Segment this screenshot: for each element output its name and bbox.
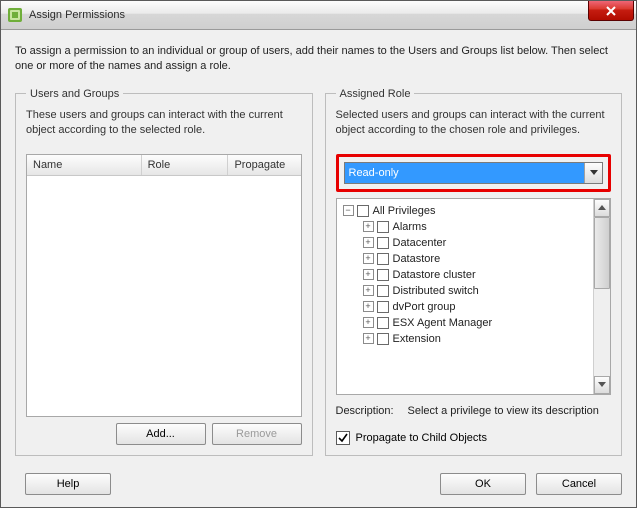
cancel-button[interactable]: Cancel	[536, 473, 622, 495]
titlebar: Assign Permissions	[1, 1, 636, 30]
tree-node-root[interactable]: − All Privileges	[339, 203, 592, 219]
tree-label: Datastore	[393, 253, 441, 265]
tree-label: Datacenter	[393, 237, 447, 249]
tree-node[interactable]: + Extension	[339, 331, 592, 347]
checkbox[interactable]	[357, 205, 369, 217]
users-groups-legend: Users and Groups	[26, 88, 123, 100]
scroll-up-button[interactable]	[594, 199, 610, 217]
tree-label: ESX Agent Manager	[393, 317, 493, 329]
privileges-tree[interactable]: − All Privileges + Alarms + Datacenter + Da…	[337, 199, 594, 394]
column-propagate[interactable]: Propagate	[228, 155, 300, 175]
expand-icon[interactable]: +	[363, 221, 374, 232]
tree-node[interactable]: + Distributed switch	[339, 283, 592, 299]
checkbox[interactable]	[377, 237, 389, 249]
tree-label-root: All Privileges	[373, 205, 436, 217]
expand-icon[interactable]: +	[363, 269, 374, 280]
assign-permissions-window: Assign Permissions To assign a permissio…	[0, 0, 637, 508]
role-select[interactable]: Read-only	[344, 162, 604, 184]
users-button-row: Add... Remove	[26, 423, 302, 445]
intro-text: To assign a permission to an individual …	[15, 44, 622, 74]
checkbox[interactable]	[377, 301, 389, 313]
tree-label: Alarms	[393, 221, 427, 233]
description-row: Description: Select a privilege to view …	[336, 405, 612, 417]
assigned-role-legend: Assigned Role	[336, 88, 415, 100]
description-value: Select a privilege to view its descripti…	[408, 405, 612, 417]
checkbox[interactable]	[377, 253, 389, 265]
propagate-row: Propagate to Child Objects	[336, 431, 612, 445]
checkbox[interactable]	[377, 333, 389, 345]
collapse-icon[interactable]: −	[343, 205, 354, 216]
tree-node[interactable]: + Alarms	[339, 219, 592, 235]
column-role[interactable]: Role	[142, 155, 229, 175]
ok-button[interactable]: OK	[440, 473, 526, 495]
tree-label: Datastore cluster	[393, 269, 476, 281]
tree-node[interactable]: + Datastore	[339, 251, 592, 267]
tree-label: dvPort group	[393, 301, 456, 313]
users-groups-desc: These users and groups can interact with…	[26, 108, 302, 144]
expand-icon[interactable]: +	[363, 317, 374, 328]
scrollbar[interactable]	[593, 199, 610, 394]
users-groups-panel: Users and Groups These users and groups …	[15, 88, 313, 456]
users-table[interactable]: Name Role Propagate	[26, 154, 302, 417]
scroll-down-button[interactable]	[594, 376, 610, 394]
panels: Users and Groups These users and groups …	[15, 88, 622, 456]
tree-node[interactable]: + Datacenter	[339, 235, 592, 251]
expand-icon[interactable]: +	[363, 237, 374, 248]
table-header: Name Role Propagate	[27, 155, 301, 176]
expand-icon[interactable]: +	[363, 285, 374, 296]
expand-icon[interactable]: +	[363, 253, 374, 264]
scrollbar-thumb[interactable]	[594, 217, 610, 289]
tree-node[interactable]: + ESX Agent Manager	[339, 315, 592, 331]
column-name[interactable]: Name	[27, 155, 142, 175]
chevron-down-icon	[590, 170, 598, 176]
checkbox[interactable]	[377, 269, 389, 281]
assigned-role-desc: Selected users and groups can interact w…	[336, 108, 612, 144]
expand-icon[interactable]: +	[363, 333, 374, 344]
add-button[interactable]: Add...	[116, 423, 206, 445]
app-icon	[7, 7, 23, 23]
footer: Help OK Cancel	[1, 464, 636, 507]
propagate-label: Propagate to Child Objects	[356, 432, 487, 444]
privileges-tree-wrap: − All Privileges + Alarms + Datacenter + Da…	[336, 198, 612, 395]
assigned-role-panel: Assigned Role Selected users and groups …	[325, 88, 623, 456]
role-select-button[interactable]	[584, 163, 602, 183]
close-icon	[605, 6, 617, 16]
checkbox[interactable]	[377, 221, 389, 233]
checkbox[interactable]	[377, 285, 389, 297]
role-select-value: Read-only	[345, 163, 585, 183]
remove-button[interactable]: Remove	[212, 423, 302, 445]
description-label: Description:	[336, 405, 408, 417]
tree-node[interactable]: + Datastore cluster	[339, 267, 592, 283]
window-title: Assign Permissions	[29, 9, 588, 21]
role-select-highlight: Read-only	[336, 154, 612, 192]
tree-node[interactable]: + dvPort group	[339, 299, 592, 315]
tree-label: Distributed switch	[393, 285, 479, 297]
tree-label: Extension	[393, 333, 441, 345]
checkbox[interactable]	[377, 317, 389, 329]
help-button[interactable]: Help	[25, 473, 111, 495]
content-area: To assign a permission to an individual …	[1, 30, 636, 464]
scrollbar-track[interactable]	[594, 217, 610, 376]
expand-icon[interactable]: +	[363, 301, 374, 312]
propagate-checkbox[interactable]	[336, 431, 350, 445]
table-body[interactable]	[27, 176, 301, 416]
close-button[interactable]	[588, 1, 634, 21]
